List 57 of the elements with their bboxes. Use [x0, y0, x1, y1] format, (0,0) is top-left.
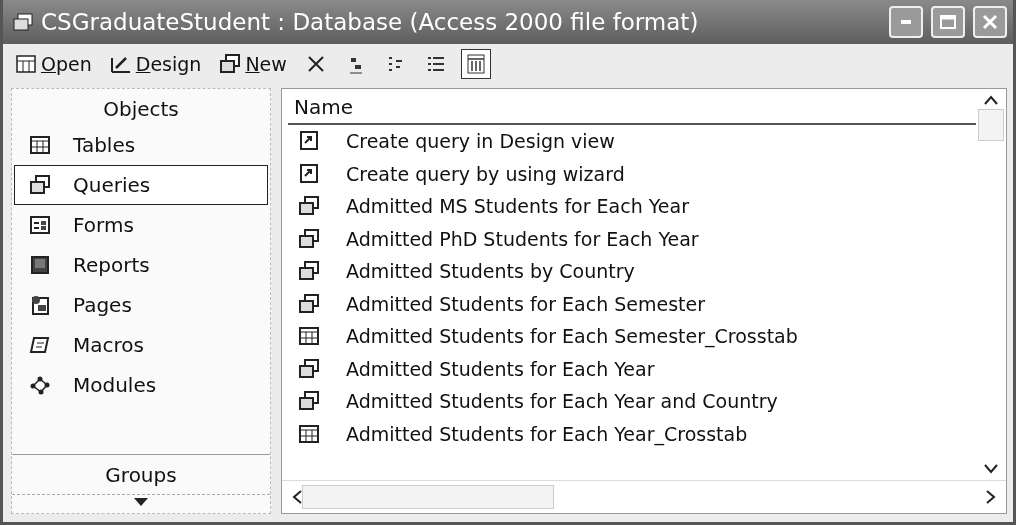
scroll-thumb[interactable]: [302, 485, 554, 509]
object-list-item[interactable]: Create query by using wizard: [288, 157, 976, 190]
stacked-windows-icon: [298, 390, 320, 413]
page-icon: [29, 294, 51, 316]
object-type-item[interactable]: Reports: [14, 245, 268, 285]
minimize-icon: [901, 20, 911, 24]
grid-icon: [298, 422, 320, 445]
stacked-windows-icon: [219, 53, 242, 75]
object-list-item[interactable]: Admitted Students for Each Semester: [288, 287, 976, 320]
module-icon: [29, 374, 51, 396]
object-list-item[interactable]: Admitted Students for Each Semester_Crosstab: [288, 320, 976, 353]
grid-icon: [29, 134, 51, 156]
toolbar-button[interactable]: New: [215, 50, 291, 78]
close-icon: [981, 13, 999, 31]
object-type-item[interactable]: Tables: [14, 125, 268, 165]
object-type-item[interactable]: Macros: [14, 325, 268, 365]
object-type-item[interactable]: Queries: [14, 165, 268, 205]
view-button[interactable]: [460, 49, 491, 79]
close-button[interactable]: [973, 6, 1007, 38]
maximize-button[interactable]: [931, 6, 965, 38]
right-chevron-icon: [986, 490, 996, 504]
object-list-item[interactable]: Admitted PhD Students for Each Year: [288, 222, 976, 255]
stacked-windows-icon: [298, 195, 320, 218]
stacked-windows-icon: [29, 174, 51, 196]
object-type-item[interactable]: Modules: [14, 365, 268, 405]
object-list-item[interactable]: Admitted Students for Each Year and Country: [288, 385, 976, 418]
scroll-thumb[interactable]: [978, 109, 1004, 141]
toolbar-button[interactable]: Open: [11, 50, 96, 78]
stacked-windows-icon: [298, 227, 320, 250]
object-list-item[interactable]: Admitted Students for Each Year: [288, 352, 976, 385]
down-triangle-icon: [133, 497, 149, 507]
down-chevron-icon: [984, 464, 998, 474]
up-chevron-icon: [984, 95, 998, 105]
object-list-item[interactable]: Admitted MS Students for Each Year: [288, 190, 976, 223]
object-list-item[interactable]: Admitted Students by Country: [288, 255, 976, 288]
object-type-item[interactable]: Pages: [14, 285, 268, 325]
form-icon: [29, 214, 51, 236]
object-list-item[interactable]: Create query in Design view: [288, 125, 976, 158]
toolbar-button[interactable]: Design: [105, 50, 206, 78]
window-title: CSGraduateStudent : Database (Access 2000 file format): [41, 9, 700, 35]
object-list-item[interactable]: Admitted Students for Each Year_Crosstab: [288, 417, 976, 450]
object-type-item[interactable]: Forms: [14, 205, 268, 245]
stacked-windows-icon: [298, 292, 320, 315]
left-chevron-icon: [292, 490, 302, 504]
report-icon: [29, 254, 51, 276]
minimize-button[interactable]: [889, 6, 923, 38]
open-table-icon: [15, 53, 37, 75]
groups-header[interactable]: Groups: [12, 454, 270, 494]
stacked-windows-icon: [298, 357, 320, 380]
details-icon: [464, 53, 487, 75]
shortcut-icon: [298, 162, 320, 185]
objects-header[interactable]: Objects: [12, 89, 270, 125]
shortcut-icon: [298, 130, 320, 153]
maximize-icon: [939, 14, 957, 30]
grid-icon: [298, 325, 320, 348]
stacked-windows-icon: [298, 260, 320, 283]
column-header[interactable]: Name: [288, 89, 976, 125]
